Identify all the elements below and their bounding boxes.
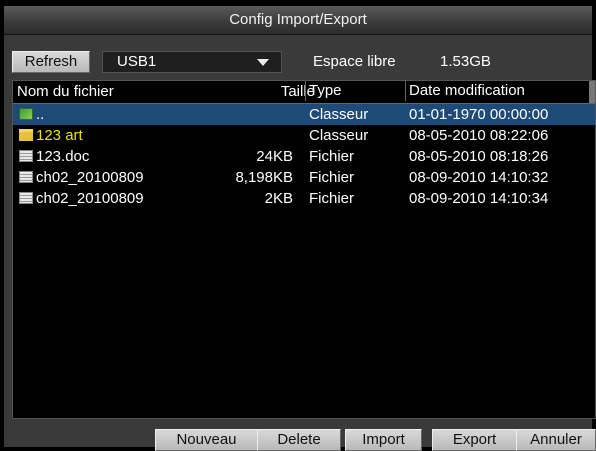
free-space-label: Espace libre [313,53,396,70]
column-header-date[interactable]: Date modification [405,81,525,101]
file-name: ch02_20100809 [36,190,144,207]
file-size: 24KB [256,148,293,165]
file-table: Nom du fichier Taille Type Date modifica… [12,80,596,419]
file-type: Fichier [309,148,355,165]
folder-icon [19,129,33,141]
file-date: 08-05-2010 08:18:26 [409,148,549,165]
file-name: ch02_20100809 [36,169,144,186]
file-type: Classeur [309,127,369,144]
file-type: Classeur [309,106,369,123]
file-size: 8,198KB [235,169,293,186]
document-icon [19,171,33,183]
export-button[interactable]: Export [432,429,517,451]
table-row[interactable]: ch02_20100809 2KB Fichier 08-09-2010 14:… [13,188,595,209]
file-type: Fichier [309,190,355,207]
parent-folder-icon [19,108,33,120]
file-name: 123 art [36,127,83,144]
free-space-value: 1.53GB [440,53,491,70]
document-icon [19,150,33,162]
new-button[interactable]: Nouveau [155,429,258,451]
file-date: 08-05-2010 08:22:06 [409,127,549,144]
toolbar: Refresh USB1 Espace libre 1.53GB [10,49,590,73]
file-name: 123.doc [36,148,90,165]
column-header-type[interactable]: Type [305,81,342,101]
delete-button[interactable]: Delete [257,429,341,451]
file-date: 01-01-1970 00:00:00 [409,106,549,123]
button-bar: Nouveau Delete Import Export Annuler [0,425,596,451]
file-name: .. [36,106,45,123]
chevron-down-icon [257,59,269,66]
device-select-value: USB1 [117,53,157,70]
column-header-name[interactable]: Nom du fichier [17,83,114,100]
table-header: Nom du fichier Taille Type Date modifica… [13,81,595,104]
table-row[interactable]: 123 art Classeur 08-05-2010 08:22:06 [13,125,595,146]
table-row[interactable]: ch02_20100809 8,198KB Fichier 08-09-2010… [13,167,595,188]
scrollbar[interactable] [589,81,595,103]
file-date: 08-09-2010 14:10:34 [409,190,549,207]
file-size: 2KB [264,190,293,207]
table-row[interactable]: .. Classeur 01-01-1970 00:00:00 [13,104,595,125]
window-title: Config Import/Export [4,6,592,35]
refresh-button[interactable]: Refresh [12,51,90,73]
cancel-button[interactable]: Annuler [516,429,596,451]
file-type: Fichier [309,169,355,186]
document-icon [19,192,33,204]
table-row[interactable]: 123.doc 24KB Fichier 08-05-2010 08:18:26 [13,146,595,167]
file-date: 08-09-2010 14:10:32 [409,169,549,186]
device-select[interactable]: USB1 [102,51,282,73]
import-button[interactable]: Import [345,429,422,451]
